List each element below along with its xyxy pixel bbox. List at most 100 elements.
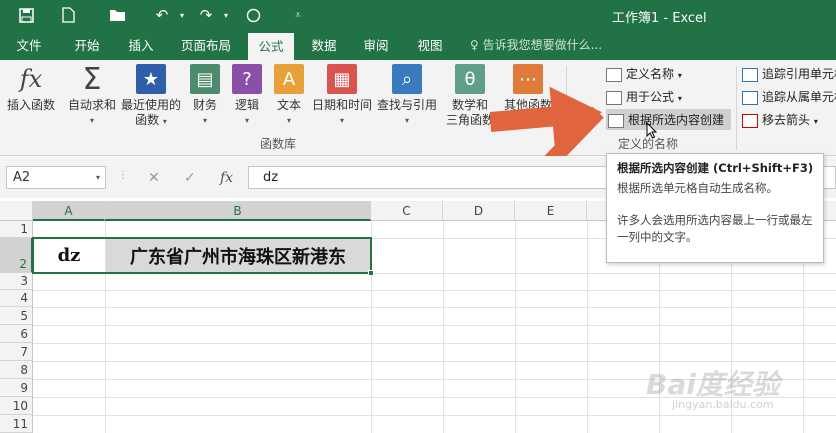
chevron-down-icon: ▾ [286, 116, 291, 125]
vertical-dots-icon: ⋮ [118, 170, 128, 181]
remove-arrows-button[interactable]: 移去箭头 ▾ [742, 110, 818, 130]
undo-dropdown-icon[interactable]: ▾ [172, 5, 192, 25]
chevron-down-icon: ▾ [244, 116, 249, 125]
trace-dependents-button[interactable]: 追踪从属单元格 [742, 87, 836, 107]
tab-insert[interactable]: 插入 [120, 31, 162, 60]
tab-data[interactable]: 数据 [302, 31, 346, 60]
logical-button[interactable]: ? 逻辑 ▾ [230, 64, 264, 128]
tooltip-title: 根据所选内容创建 (Ctrl+Shift+F3) [617, 161, 814, 175]
insert-function-button[interactable]: fx 插入函数 [4, 64, 58, 113]
chevron-down-icon[interactable]: ▾ [96, 167, 100, 188]
datetime-button[interactable]: ▦ 日期和时间 ▾ [310, 64, 374, 128]
column-header-c[interactable]: C [371, 201, 443, 221]
autosum-label: 自动求和 [67, 98, 116, 112]
datetime-label: 日期和时间 [311, 98, 372, 112]
tab-page-layout[interactable]: 页面布局 [174, 31, 238, 60]
logical-label: 逻辑 [234, 98, 259, 112]
tab-view[interactable]: 视图 [408, 31, 452, 60]
customize-qat-icon[interactable]: ⩡ [288, 5, 308, 25]
tab-file[interactable]: 文件 [8, 31, 50, 60]
redo-dropdown-icon[interactable]: ▾ [216, 5, 236, 25]
row-header-5[interactable]: 5 [0, 307, 33, 325]
trace-dependents-icon [742, 90, 758, 105]
row-header-8[interactable]: 8 [0, 361, 33, 379]
remove-arrows-icon [742, 113, 758, 128]
name-box[interactable]: A2 ▾ [6, 166, 106, 189]
define-name-label: 定义名称 [626, 67, 675, 81]
row-gridline [33, 307, 836, 308]
new-file-icon[interactable] [58, 5, 78, 25]
lightbulb-icon: ♀ [470, 38, 483, 52]
row-header-10[interactable]: 10 [0, 397, 33, 415]
text-book-icon: A [274, 64, 304, 94]
undo-icon[interactable]: ↶ [152, 5, 172, 25]
group-label-function-library: 函数库 [260, 137, 297, 151]
sigma-icon: Σ [82, 61, 102, 97]
column-header-e[interactable]: E [515, 201, 587, 221]
name-box-value: A2 [13, 170, 31, 185]
row-header-11[interactable]: 11 [0, 415, 33, 433]
watermark-url: jingyan.baidu.com [672, 398, 774, 411]
tell-me-text: 告诉我您想要做什么... [482, 38, 603, 52]
row-header-2[interactable]: 2 [0, 238, 33, 273]
chevron-down-icon: ▾ [339, 116, 344, 125]
autosum-button[interactable]: Σ 自动求和 ▾ [64, 64, 120, 128]
lookup-button[interactable]: ⌕ 查找与引用 ▾ [376, 64, 438, 128]
column-header-b[interactable]: B [105, 201, 371, 221]
recent-label-2-row: 函数 ▾ [120, 113, 182, 129]
chevron-down-icon: ▾ [89, 116, 94, 125]
magnifier-book-icon: ⌕ [392, 64, 422, 94]
create-from-selection-button[interactable]: 根据所选内容创建 [608, 110, 724, 130]
tell-me-box[interactable]: ♀ 告诉我您想要做什么... [470, 31, 602, 60]
select-all-corner[interactable] [0, 201, 33, 221]
lookup-label: 查找与引用 [376, 98, 437, 112]
row-gridline [33, 361, 836, 362]
row-header-4[interactable]: 4 [0, 290, 33, 307]
cancel-icon[interactable]: ✕ [148, 170, 160, 186]
chevron-down-icon: ▾ [162, 117, 167, 126]
column-gridline [515, 221, 516, 433]
tab-formulas[interactable]: 公式 [248, 33, 294, 60]
use-in-formula-label: 用于公式 [626, 90, 675, 104]
watermark-logo: Bai度经验 [646, 368, 780, 401]
trace-precedents-label: 追踪引用单元格 [762, 67, 836, 81]
recent-functions-button[interactable]: ★ 最近使用的 函数 ▾ [120, 64, 182, 129]
window-title: 工作簿1 - Excel [612, 11, 707, 26]
title-bar: ↶ ▾ ↷ ▾ ⩡ 工作簿1 - Excel [0, 0, 836, 31]
column-gridline [587, 221, 588, 433]
row-header-3[interactable]: 3 [0, 273, 33, 290]
insert-function-fx-icon[interactable]: fx [220, 170, 233, 186]
column-header-d[interactable]: D [443, 201, 515, 221]
recent-label-2: 函数 [135, 113, 160, 127]
save-icon[interactable] [16, 5, 36, 25]
row-header-6[interactable]: 6 [0, 325, 33, 343]
ribbon: fx 插入函数 Σ 自动求和 ▾ ★ 最近使用的 函数 ▾ ▤ 财务 ▾ ? 逻… [0, 60, 836, 156]
text-button[interactable]: A 文本 ▾ [272, 64, 306, 128]
open-folder-icon[interactable] [108, 5, 128, 25]
row-gridline [33, 290, 836, 291]
tab-review[interactable]: 审阅 [354, 31, 398, 60]
circle-shape-icon[interactable] [243, 5, 263, 25]
row-header-1[interactable]: 1 [0, 221, 33, 238]
financial-button[interactable]: ▤ 财务 ▾ [188, 64, 222, 128]
chevron-down-icon: ▾ [677, 71, 682, 80]
selection-range [32, 237, 372, 274]
redo-icon[interactable]: ↷ [196, 5, 216, 25]
fill-handle[interactable] [368, 270, 374, 276]
ribbon-tabs: 文件 开始 插入 页面布局 公式 数据 审阅 视图 ♀ 告诉我您想要做什么... [0, 31, 836, 60]
row-header-9[interactable]: 9 [0, 379, 33, 397]
mouse-cursor-icon [646, 122, 658, 139]
insert-function-label: 插入函数 [6, 98, 55, 112]
chevron-down-icon: ▾ [813, 117, 818, 126]
column-header-a[interactable]: A [33, 201, 105, 221]
command-tooltip: 根据所选内容创建 (Ctrl+Shift+F3) 根据所选单元格自动生成名称。 … [606, 153, 824, 263]
trace-precedents-button[interactable]: 追踪引用单元格 [742, 64, 836, 84]
star-book-icon: ★ [136, 64, 166, 94]
trace-dependents-label: 追踪从属单元格 [762, 90, 836, 104]
enter-check-icon[interactable]: ✓ [184, 170, 196, 186]
row-header-7[interactable]: 7 [0, 343, 33, 361]
tab-home[interactable]: 开始 [64, 31, 110, 60]
tooltip-detail: 许多人会选用所选内容最上一行或最左一列中的文字。 [617, 213, 813, 244]
recent-label-1: 最近使用的 [120, 98, 181, 112]
row-gridline [33, 343, 836, 344]
